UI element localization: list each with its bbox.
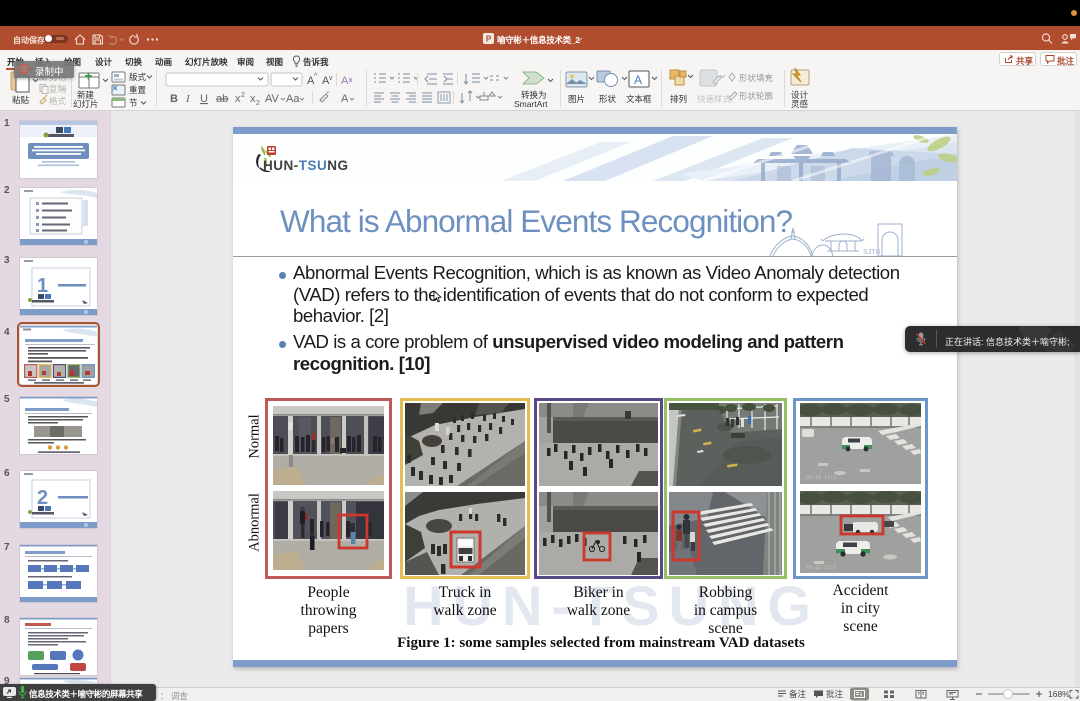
svg-text:AV: AV — [265, 93, 280, 105]
svg-text:幻灯片: 幻灯片 — [73, 99, 99, 109]
svg-text:v: v — [329, 75, 333, 82]
svg-text:节: 节 — [129, 98, 138, 108]
svg-text:I: I — [185, 93, 191, 105]
svg-text:2: 2 — [37, 487, 48, 509]
svg-text:A: A — [341, 75, 349, 87]
svg-text:^: ^ — [314, 73, 318, 80]
svg-text:图片: 图片 — [568, 94, 585, 104]
svg-text:2: 2 — [256, 100, 260, 107]
svg-text:HUN-TSUNG: HUN-TSUNG — [263, 158, 349, 173]
svg-text:Aa: Aa — [286, 93, 300, 105]
svg-text:批注: 批注 — [826, 689, 844, 699]
svg-text:复制: 复制 — [49, 84, 66, 94]
svg-text:快速样式: 快速样式 — [697, 94, 732, 104]
svg-text:重置: 重置 — [129, 85, 147, 95]
svg-text:A: A — [341, 93, 349, 105]
svg-text:灵感: 灵感 — [791, 99, 809, 109]
svg-text:B: B — [170, 93, 178, 105]
svg-text:U: U — [200, 93, 208, 105]
svg-text:文本框: 文本框 — [626, 94, 652, 104]
svg-text:2: 2 — [241, 92, 245, 99]
svg-text:备注: 备注 — [789, 689, 807, 699]
svg-text:1: 1 — [37, 275, 48, 297]
svg-text:版式: 版式 — [129, 72, 147, 82]
svg-text:03-15 17:2: 03-15 17:2 — [806, 565, 836, 571]
svg-text:ab: ab — [216, 93, 228, 105]
svg-text:P: P — [486, 35, 492, 44]
svg-text:SmartArt: SmartArt — [514, 99, 548, 109]
svg-text:格式: 格式 — [49, 96, 67, 106]
svg-text:形状: 形状 — [599, 94, 617, 104]
svg-text:168%: 168% — [1048, 689, 1070, 699]
svg-text:粘贴: 粘贴 — [12, 95, 30, 105]
svg-text:排列: 排列 — [670, 94, 687, 104]
svg-text:SJTU: SJTU — [863, 249, 881, 256]
svg-text:03-15 17:2: 03-15 17:2 — [806, 475, 836, 481]
svg-text:A: A — [634, 73, 642, 87]
